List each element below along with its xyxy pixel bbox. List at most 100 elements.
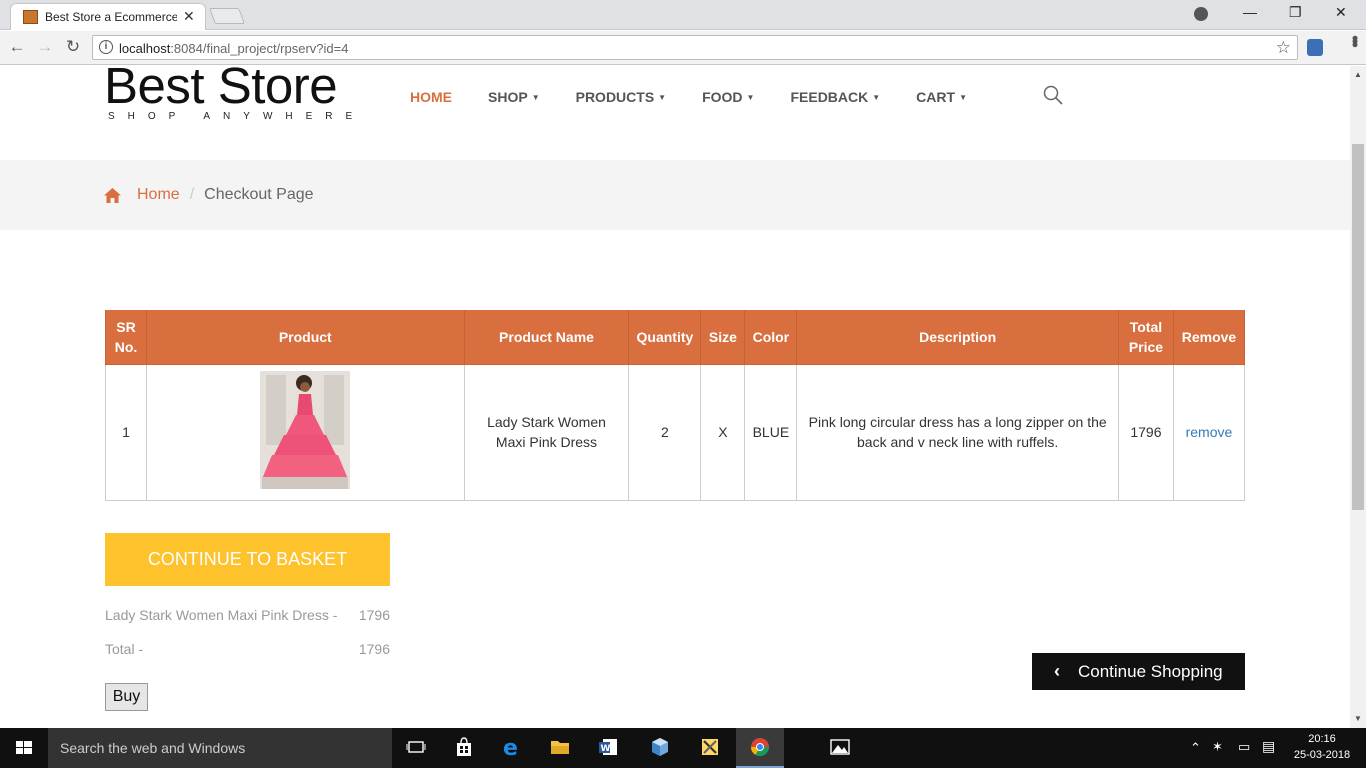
photos-icon	[830, 739, 850, 755]
reload-icon[interactable]: ↻	[62, 37, 84, 57]
remove-link[interactable]: remove	[1186, 424, 1233, 440]
cell-total-price: 1796	[1117, 363, 1174, 501]
nav-shop-label: SHOP	[488, 89, 528, 105]
close-tab-icon[interactable]: ✕	[183, 8, 195, 25]
cart-table: SR No. Product Product Name Quantity Siz…	[105, 310, 1246, 501]
page-scrollbar[interactable]: ▲ ▼	[1350, 66, 1366, 728]
chrome-icon	[751, 738, 769, 757]
main-nav: HOME SHOP ▼ PRODUCTS ▼ FOOD ▼ FEEDBACK ▼ CAR…	[410, 89, 1003, 105]
nav-cart-label: CART	[916, 89, 956, 105]
nav-products[interactable]: PRODUCTS ▼	[576, 89, 666, 105]
site-favicon-icon	[23, 10, 38, 24]
browser-tab[interactable]: Best Store a Ecommerce ✕	[10, 3, 206, 30]
task-view-button[interactable]	[392, 728, 440, 768]
header-color: Color	[744, 310, 798, 365]
nav-feedback[interactable]: FEEDBACK ▼	[790, 89, 880, 105]
tray-chevron-up-icon[interactable]: ⌃	[1190, 740, 1201, 756]
photos-app-button[interactable]	[816, 728, 864, 768]
word-app-button[interactable]: W	[584, 728, 632, 768]
scrollbar-thumb[interactable]	[1352, 144, 1364, 510]
breadcrumb-bar: Home / Checkout Page	[0, 160, 1350, 230]
address-bar[interactable]: i localhost:8084/final_project/rpserv?id…	[92, 35, 1298, 60]
continue-shopping-button[interactable]: ‹ Continue Shopping	[1032, 653, 1245, 690]
chrome-app-button[interactable]	[736, 728, 784, 768]
taskbar-date[interactable]: 25-03-2018	[1290, 749, 1354, 761]
extension-icon[interactable]	[1307, 39, 1323, 56]
taskbar-time[interactable]: 20:16	[1290, 733, 1354, 745]
nav-products-label: PRODUCTS	[575, 89, 655, 105]
continue-to-basket-button[interactable]: CONTINUE TO BASKET	[105, 533, 390, 586]
virtualbox-app-button[interactable]	[636, 728, 684, 768]
caret-down-icon: ▼	[531, 93, 540, 102]
buy-button[interactable]: Buy	[105, 683, 148, 711]
folder-icon	[551, 741, 569, 754]
home-icon[interactable]	[104, 187, 121, 203]
caret-down-icon: ▼	[872, 93, 881, 102]
summary-item-label: Lady Stark Women Maxi Pink Dress -	[105, 607, 338, 623]
scroll-down-arrow-icon[interactable]: ▼	[1354, 714, 1362, 723]
bookmark-star-icon[interactable]: ☆	[1276, 38, 1291, 58]
wifi-icon[interactable]: ✶	[1212, 739, 1223, 755]
close-window-icon[interactable]: ✕	[1335, 4, 1347, 21]
brand-name: Best Store	[104, 66, 338, 114]
chevron-left-icon: ‹	[1054, 661, 1060, 681]
breadcrumb-current: Checkout Page	[204, 186, 314, 203]
file-explorer-button[interactable]	[536, 728, 584, 768]
tools-app-button[interactable]	[686, 728, 734, 768]
brand-logo[interactable]: Best Store SHOP ANYWHERE	[104, 66, 365, 122]
caret-down-icon: ▼	[658, 93, 667, 102]
summary-total-label: Total -	[105, 641, 144, 657]
pink-dress-image[interactable]	[260, 370, 351, 489]
cell-product-image	[145, 363, 465, 501]
nav-feedback-label: FEEDBACK	[790, 89, 869, 105]
page-viewport: Best Store SHOP ANYWHERE HOME SHOP ▼ PROD…	[0, 66, 1350, 728]
browser-toolbar: ← → ↻ i localhost:8084/final_project/rps…	[0, 31, 1366, 65]
minimize-icon[interactable]: —	[1243, 4, 1257, 20]
nav-shop[interactable]: SHOP ▼	[488, 89, 540, 105]
cell-sr-no: 1	[105, 363, 147, 501]
breadcrumb-home-link[interactable]: Home	[137, 186, 180, 204]
nav-home-label: HOME	[410, 89, 452, 105]
forward-icon[interactable]: →	[34, 37, 56, 57]
new-tab-button[interactable]	[209, 8, 245, 24]
caret-down-icon: ▼	[746, 93, 755, 102]
store-app-button[interactable]	[440, 728, 488, 768]
scroll-up-arrow-icon[interactable]: ▲	[1354, 70, 1362, 79]
cart-header-row: SR No. Product Product Name Quantity Siz…	[105, 310, 1246, 365]
header-remove: Remove	[1172, 310, 1246, 365]
site-info-icon[interactable]: i	[99, 40, 113, 54]
back-icon[interactable]: ←	[6, 37, 28, 57]
url-host: localhost	[119, 41, 171, 56]
continue-shopping-label: Continue Shopping	[1078, 662, 1223, 681]
summary-total-value: 1796	[358, 641, 390, 657]
edge-browser-icon: e	[503, 737, 518, 757]
windows-start-icon[interactable]	[0, 728, 48, 768]
header-total-price: Total Price	[1117, 310, 1174, 365]
restore-icon[interactable]: ❐	[1289, 4, 1302, 21]
summary-total-row: Total - 1796	[105, 641, 390, 657]
edge-app-button[interactable]: e	[488, 728, 536, 768]
store-bag-icon	[457, 737, 471, 756]
cube-icon	[652, 738, 668, 756]
url-path: :8084/final_project/rpserv?id=4	[170, 41, 349, 56]
taskbar-search-box[interactable]: Search the web and Windows	[48, 728, 392, 768]
search-icon[interactable]	[1043, 85, 1063, 105]
cell-description: Pink long circular dress has a long zipp…	[796, 363, 1119, 501]
nav-cart[interactable]: CART ▼	[916, 89, 967, 105]
nav-food-label: FOOD	[702, 89, 743, 105]
header-description: Description	[796, 310, 1119, 365]
url-text[interactable]: localhost:8084/final_project/rpserv?id=4	[119, 41, 348, 56]
nav-home[interactable]: HOME	[410, 89, 452, 105]
battery-icon[interactable]: ▭	[1238, 739, 1250, 755]
nav-food[interactable]: FOOD ▼	[702, 89, 754, 105]
notification-icon[interactable]: ▤	[1262, 738, 1275, 755]
header-quantity: Quantity	[628, 310, 702, 365]
cell-remove: remove	[1172, 363, 1246, 501]
header-size: Size	[700, 310, 746, 365]
profile-icon[interactable]	[1194, 7, 1208, 21]
cell-product-name: Lady Stark Women Maxi Pink Dress	[463, 363, 630, 501]
chrome-menu-icon[interactable]: •••	[1344, 35, 1365, 45]
breadcrumb: Home / Checkout Page	[104, 186, 314, 204]
windows-taskbar: Search the web and Windows e W ⌃ ✶ ▭ ▤ 2…	[0, 728, 1366, 768]
header-sr-no: SR No.	[105, 310, 147, 365]
